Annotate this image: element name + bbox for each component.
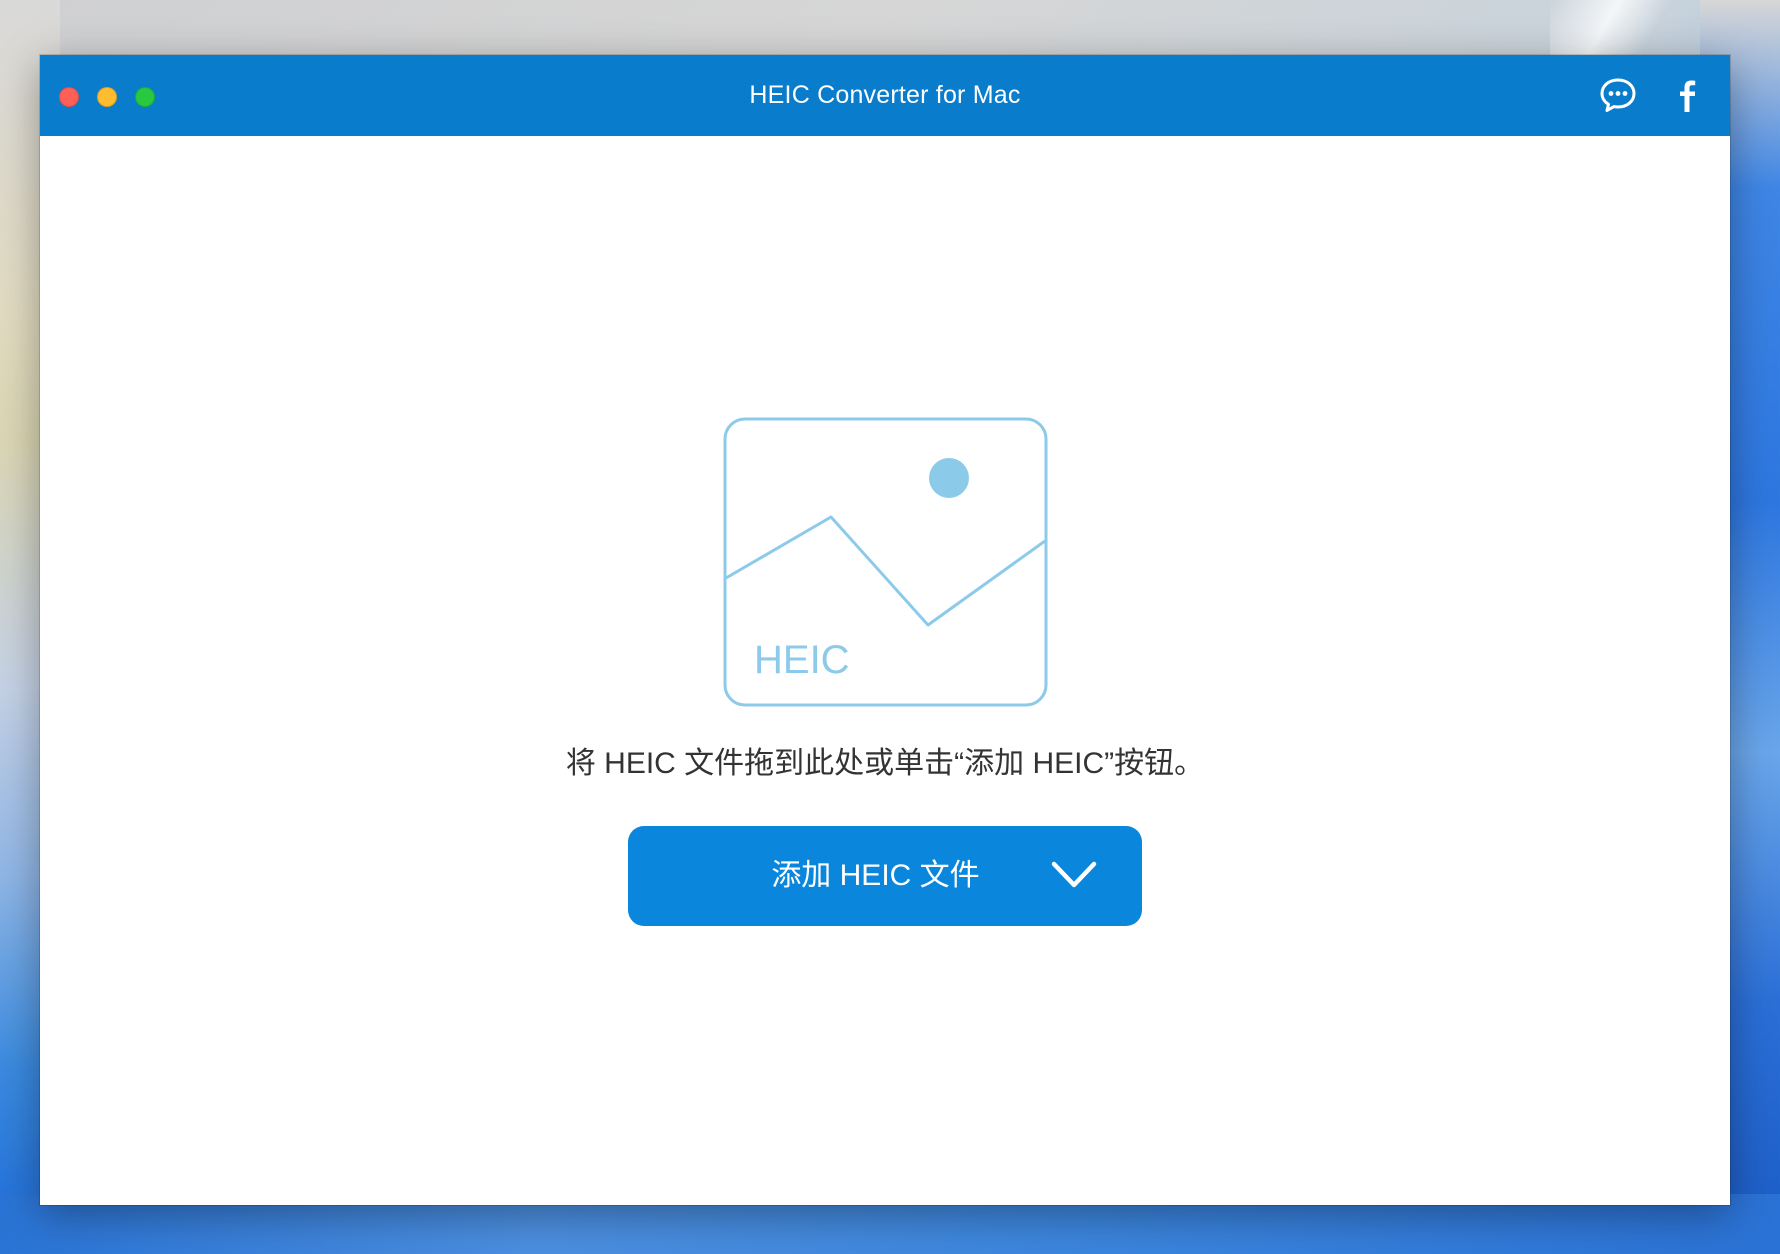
heic-image-placeholder-icon[interactable]: HEIC — [723, 417, 1048, 707]
chevron-down-icon[interactable] — [1048, 856, 1100, 896]
app-window: HEIC Converter for Mac HEIC 将 HEIC 文件拖到此… — [40, 55, 1730, 1205]
desktop-wallpaper-highlight — [1550, 0, 1690, 60]
window-title: HEIC Converter for Mac — [749, 81, 1021, 109]
title-bar[interactable]: HEIC Converter for Mac — [40, 55, 1730, 136]
heic-format-label: HEIC — [754, 638, 850, 682]
chat-bubble-icon[interactable] — [1598, 75, 1638, 115]
drop-hint-text: 将 HEIC 文件拖到此处或单击“添加 HEIC”按钮。 — [565, 747, 1205, 780]
facebook-icon[interactable] — [1666, 75, 1706, 115]
add-heic-file-button[interactable]: 添加 HEIC 文件 — [628, 826, 1142, 926]
